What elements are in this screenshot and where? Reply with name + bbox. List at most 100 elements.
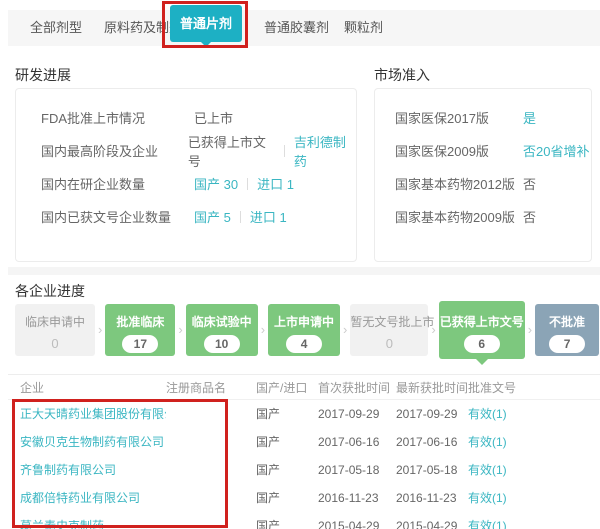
first-date-cell: 2015-04-29	[318, 512, 396, 529]
market-row-label: 国家基本药物2009版	[395, 207, 523, 226]
divider	[284, 145, 285, 157]
stage-count: 0	[15, 336, 95, 351]
tab-tablet-active[interactable]: 普通片剂	[170, 5, 242, 42]
rd-progress-card: FDA批准上市情况 已上市 国内最高阶段及企业 已获得上市文号 吉利德制药 国内…	[15, 88, 357, 262]
brand-cell	[166, 456, 256, 484]
domestic-count-link[interactable]: 国产 30	[194, 174, 238, 193]
first-date-cell: 2016-11-23	[318, 484, 396, 512]
market-row-value-link[interactable]: 否20省增补	[523, 141, 589, 160]
table-row: 葛兰素史克制药 国产 2015-04-29 2015-04-29 有效(1)	[8, 512, 600, 529]
company-link[interactable]: 葛兰素史克制药	[8, 512, 166, 529]
stage-count: 6	[464, 335, 500, 353]
latest-date-cell: 2016-11-23	[396, 484, 468, 512]
rd-row-value: 已获得上市文号	[188, 132, 275, 170]
stage-licensed-selected[interactable]: 已获得上市文号 6	[439, 301, 525, 359]
imported-count-link[interactable]: 进口 1	[257, 174, 294, 193]
origin-cell: 国产	[256, 428, 318, 456]
stage-not-approved[interactable]: 不批准 7	[535, 304, 599, 356]
col-company: 企业	[8, 375, 166, 399]
market-row-value: 否	[523, 174, 536, 193]
divider	[247, 178, 248, 190]
license-link[interactable]: 有效(1)	[468, 456, 600, 484]
license-link[interactable]: 有效(1)	[468, 484, 600, 512]
table-row: 安徽贝克生物制药有限公司 国产 2017-06-16 2017-06-16 有效…	[8, 428, 600, 456]
market-row-nrdl2017: 国家医保2017版 是	[375, 101, 591, 134]
market-row-value: 否	[523, 207, 536, 226]
first-date-cell: 2017-06-16	[318, 428, 396, 456]
company-link-gilead[interactable]: 吉利德制药	[294, 132, 356, 170]
chevron-right-icon: ›	[178, 304, 182, 356]
company-link[interactable]: 齐鲁制药有限公司	[8, 456, 166, 484]
table-header: 企业 注册商品名 国产/进口 首次获批时间 最新获批时间 批准文号	[8, 374, 600, 400]
company-link[interactable]: 成都倍特药业有限公司	[8, 484, 166, 512]
col-brand-name: 注册商品名	[166, 375, 256, 399]
latest-date-cell: 2015-04-29	[396, 512, 468, 529]
drug-detail-page: 全部剂型 原料药及制剂中间体 普通胶囊剂 颗粒剂 普通片剂 研发进展 FDA批准…	[0, 0, 600, 529]
divider	[240, 211, 241, 223]
table-row: 成都倍特药业有限公司 国产 2016-11-23 2016-11-23 有效(1…	[8, 484, 600, 512]
company-link[interactable]: 安徽贝克生物制药有限公司	[8, 428, 166, 456]
market-row-label: 国家医保2009版	[395, 141, 523, 160]
stage-clinical-applying[interactable]: 临床申请中 0	[15, 304, 95, 356]
rd-row-highest-stage: 国内最高阶段及企业 已获得上市文号 吉利德制药	[16, 134, 356, 167]
stage-count: 7	[549, 335, 585, 353]
origin-cell: 国产	[256, 456, 318, 484]
col-license: 批准文号	[468, 375, 600, 399]
tab-capsule[interactable]: 普通胶囊剂	[264, 10, 329, 46]
table-row: 正大天晴药业集团股份有限公司 国产 2017-09-29 2017-09-29 …	[8, 400, 600, 428]
stage-clinical-trial[interactable]: 临床试验中 10	[186, 304, 258, 356]
rd-progress-title: 研发进展	[15, 65, 71, 85]
rd-row-fda: FDA批准上市情况 已上市	[16, 101, 356, 134]
license-link[interactable]: 有效(1)	[468, 512, 600, 529]
first-date-cell: 2017-09-29	[318, 400, 396, 428]
stage-clinical-approved[interactable]: 批准临床 17	[105, 304, 175, 356]
imported-count-link[interactable]: 进口 1	[250, 207, 287, 226]
rd-row-value: 已上市	[194, 108, 233, 127]
dosage-form-tabbar: 全部剂型 原料药及制剂中间体 普通胶囊剂 颗粒剂	[8, 10, 600, 46]
company-progress-title: 各企业进度	[15, 281, 85, 301]
chevron-right-icon: ›	[431, 304, 435, 356]
rd-row-in-research-count: 国内在研企业数量 国产 30 进口 1	[16, 167, 356, 200]
stage-pipeline: 临床申请中 0 › 批准临床 17 › 临床试验中 10 › 上市申请中 4 ›…	[15, 304, 599, 359]
latest-date-cell: 2017-06-16	[396, 428, 468, 456]
rd-row-licensed-count: 国内已获文号企业数量 国产 5 进口 1	[16, 200, 356, 233]
stage-approved-no-license[interactable]: 暂无文号批上市 0	[350, 304, 428, 356]
market-row-value-link[interactable]: 是	[523, 108, 536, 127]
domestic-count-link[interactable]: 国产 5	[194, 207, 231, 226]
stage-count: 0	[350, 336, 428, 351]
rd-row-label: 国内已获文号企业数量	[41, 207, 194, 226]
license-link[interactable]: 有效(1)	[468, 400, 600, 428]
latest-date-cell: 2017-09-29	[396, 400, 468, 428]
market-row-eml2009: 国家基本药物2009版 否	[375, 200, 591, 233]
market-access-title: 市场准入	[374, 65, 430, 85]
stage-count: 10	[204, 335, 240, 353]
tab-all-dosage-forms[interactable]: 全部剂型	[30, 10, 82, 46]
companies-table: 企业 注册商品名 国产/进口 首次获批时间 最新获批时间 批准文号 正大天晴药业…	[8, 374, 600, 529]
market-access-card: 国家医保2017版 是 国家医保2009版 否20省增补 国家基本药物2012版…	[374, 88, 592, 262]
chevron-right-icon: ›	[261, 304, 265, 356]
first-date-cell: 2017-05-18	[318, 456, 396, 484]
company-link[interactable]: 正大天晴药业集团股份有限公司	[8, 400, 166, 428]
market-row-nrdl2009: 国家医保2009版 否20省增补	[375, 134, 591, 167]
market-row-eml2012: 国家基本药物2012版 否	[375, 167, 591, 200]
brand-cell	[166, 512, 256, 529]
chevron-right-icon: ›	[528, 304, 532, 356]
license-link[interactable]: 有效(1)	[468, 428, 600, 456]
origin-cell: 国产	[256, 400, 318, 428]
stage-count: 4	[286, 335, 322, 353]
rd-row-label: 国内最高阶段及企业	[41, 141, 188, 160]
tab-granule[interactable]: 颗粒剂	[344, 10, 383, 46]
chevron-right-icon: ›	[98, 304, 102, 356]
col-latest-approval: 最新获批时间	[396, 375, 468, 399]
col-origin: 国产/进口	[256, 375, 318, 399]
stage-listing-applying[interactable]: 上市申请中 4	[268, 304, 340, 356]
stage-count: 17	[122, 335, 158, 353]
origin-cell: 国产	[256, 512, 318, 529]
brand-cell	[166, 400, 256, 428]
col-first-approval: 首次获批时间	[318, 375, 396, 399]
brand-cell	[166, 484, 256, 512]
rd-row-label: 国内在研企业数量	[41, 174, 194, 193]
chevron-right-icon: ›	[343, 304, 347, 356]
market-row-label: 国家医保2017版	[395, 108, 523, 127]
brand-cell	[166, 428, 256, 456]
